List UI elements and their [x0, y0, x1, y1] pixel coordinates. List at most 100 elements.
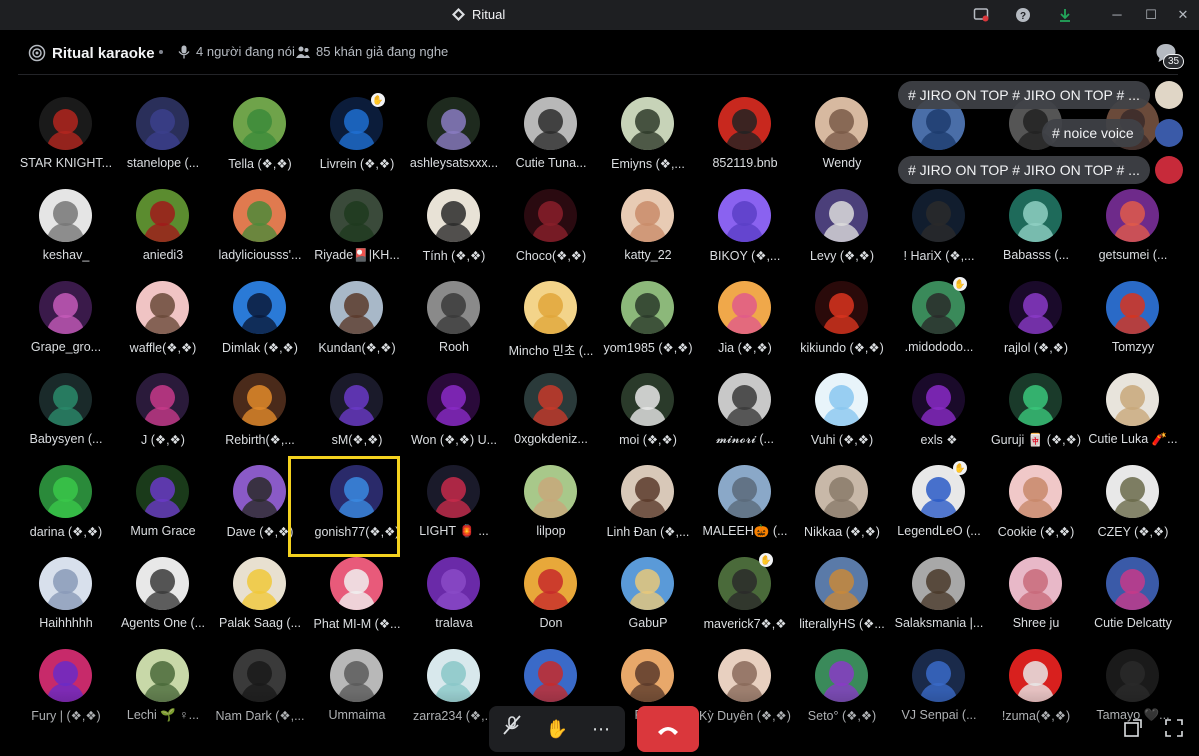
- participant-tile[interactable]: Don: [503, 550, 599, 636]
- tag-pill: # noice voice: [1042, 119, 1144, 147]
- participant-tile[interactable]: Jia (❖,❖): [697, 274, 793, 360]
- participant-name: LIGHT 🏮 ...: [419, 524, 489, 538]
- participant-tile[interactable]: 0xgokdeniz...: [503, 366, 599, 452]
- avatar: [912, 649, 965, 702]
- leave-stage-button[interactable]: [637, 706, 699, 752]
- participant-tile[interactable]: keshav_: [18, 182, 114, 268]
- participant-tile[interactable]: Lechi 🌱 ♀...: [115, 642, 211, 728]
- participant-tile[interactable]: darina (❖,❖): [18, 458, 114, 544]
- participant-tile[interactable]: yom1985 (❖,❖): [600, 274, 696, 360]
- participant-tile[interactable]: Choco(❖,❖): [503, 182, 599, 268]
- participant-tile[interactable]: 852119.bnb: [697, 90, 793, 176]
- screen-share-icon[interactable]: [972, 6, 990, 24]
- participant-tile[interactable]: Agents One (...: [115, 550, 211, 636]
- popout-icon[interactable]: [1123, 718, 1143, 738]
- participant-tile[interactable]: Babasss (...: [988, 182, 1084, 268]
- participant-tile[interactable]: !zuma(❖,❖): [988, 642, 1084, 728]
- participant-tile[interactable]: tralava: [406, 550, 502, 636]
- participant-tile[interactable]: Haihhhhh: [18, 550, 114, 636]
- participant-tile[interactable]: Kỳ Duyên (❖,❖): [697, 642, 793, 728]
- participant-tile[interactable]: GabuP: [600, 550, 696, 636]
- participant-tile[interactable]: Seto° (❖,❖): [794, 642, 890, 728]
- participant-tile[interactable]: zarra234 (❖,...: [406, 642, 502, 728]
- participant-tile[interactable]: BIKOY (❖,...: [697, 182, 793, 268]
- participant-tile[interactable]: literallyHS (❖...: [794, 550, 890, 636]
- participant-tile[interactable]: Guruji 🀄 (❖,❖): [988, 366, 1084, 452]
- participant-tile[interactable]: sM(❖,❖): [309, 366, 405, 452]
- participant-tile[interactable]: exls ❖: [891, 366, 987, 452]
- more-options-icon[interactable]: ⋯: [586, 714, 616, 744]
- avatar: [233, 465, 286, 518]
- participant-tile[interactable]: Levy (❖,❖): [794, 182, 890, 268]
- participant-tile[interactable]: STAR KNIGHT...: [18, 90, 114, 176]
- participant-tile[interactable]: lilpop: [503, 458, 599, 544]
- participant-tile[interactable]: ashleysatsxxx...: [406, 90, 502, 176]
- participant-tile[interactable]: Won (❖,❖) U...: [406, 366, 502, 452]
- participant-tile[interactable]: Babysyen (...: [18, 366, 114, 452]
- participant-tile[interactable]: aniedi3: [115, 182, 211, 268]
- participant-tile[interactable]: Dimlak (❖,❖): [212, 274, 308, 360]
- participant-tile[interactable]: LIGHT 🏮 ...: [406, 458, 502, 544]
- participant-tile[interactable]: Nikkaa (❖,❖): [794, 458, 890, 544]
- participant-tile[interactable]: moi (❖,❖): [600, 366, 696, 452]
- avatar: [621, 189, 674, 242]
- minimize-button[interactable]: ─: [1108, 6, 1126, 24]
- participant-tile[interactable]: ✋ maverick7❖,❖: [697, 550, 793, 636]
- participant-tile[interactable]: kikiundo (❖,❖): [794, 274, 890, 360]
- participant-tile[interactable]: ✋ LegendLeO (...: [891, 458, 987, 544]
- participant-tile[interactable]: ! HariX (❖,...: [891, 182, 987, 268]
- participant-tile[interactable]: Salaksmania |...: [891, 550, 987, 636]
- participant-tile[interactable]: rajlol (❖,❖): [988, 274, 1084, 360]
- participant-tile[interactable]: Tính (❖,❖): [406, 182, 502, 268]
- participant-tile[interactable]: Wendy: [794, 90, 890, 176]
- fullscreen-icon[interactable]: [1164, 718, 1184, 738]
- participant-tile[interactable]: Rebirth(❖,...: [212, 366, 308, 452]
- participant-tile[interactable]: ✋ .midododo...: [891, 274, 987, 360]
- participant-tile[interactable]: Grape_gro...: [18, 274, 114, 360]
- participant-tile[interactable]: Cutie Delcatty: [1085, 550, 1181, 636]
- participant-tile[interactable]: Fury | (❖,❖): [18, 642, 114, 728]
- participant-tile[interactable]: Nam Dark (❖,...: [212, 642, 308, 728]
- participant-name: Riyade🎴|KH...: [314, 248, 400, 262]
- participant-tile[interactable]: Tomzyy: [1085, 274, 1181, 360]
- participant-tile[interactable]: Tamayo 🖤...: [1085, 642, 1181, 728]
- participant-tile[interactable]: MALEEH🎃 (...: [697, 458, 793, 544]
- participant-tile[interactable]: ladyliciousss'...: [212, 182, 308, 268]
- hang-up-icon: [658, 727, 678, 735]
- participant-tile[interactable]: Mum Grace: [115, 458, 211, 544]
- avatar: [815, 557, 868, 610]
- participant-tile[interactable]: Cutie Luka 🧨...: [1085, 366, 1181, 452]
- participant-tile[interactable]: stanelope (...: [115, 90, 211, 176]
- raise-hand-icon[interactable]: ✋: [542, 714, 572, 744]
- participant-tile[interactable]: VJ Senpai (...: [891, 642, 987, 728]
- participant-tile[interactable]: Riyade🎴|KH...: [309, 182, 405, 268]
- participant-tile[interactable]: ✋ Livrein (❖,❖): [309, 90, 405, 176]
- participant-tile[interactable]: Shree ju: [988, 550, 1084, 636]
- participant-tile[interactable]: Cutie Tuna...: [503, 90, 599, 176]
- maximize-button[interactable]: ☐: [1142, 6, 1160, 24]
- participant-tile[interactable]: Cookie (❖,❖): [988, 458, 1084, 544]
- participant-tile[interactable]: Mincho 민초 (...: [503, 274, 599, 360]
- participant-tile[interactable]: Linh Đan (❖,...: [600, 458, 696, 544]
- participant-tile[interactable]: Vuhi (❖,❖): [794, 366, 890, 452]
- participant-tile[interactable]: Palak Saag (...: [212, 550, 308, 636]
- participant-tile[interactable]: Kundan(❖,❖): [309, 274, 405, 360]
- close-button[interactable]: ✕: [1174, 6, 1192, 24]
- participant-name: LegendLeO (...: [897, 524, 981, 538]
- participant-tile[interactable]: Tella (❖,❖): [212, 90, 308, 176]
- mute-microphone-icon[interactable]: [497, 714, 527, 744]
- participant-tile[interactable]: katty_22: [600, 182, 696, 268]
- download-icon[interactable]: [1056, 6, 1074, 24]
- participant-tile[interactable]: J (❖,❖): [115, 366, 211, 452]
- participant-tile[interactable]: getsumei (...: [1085, 182, 1181, 268]
- participant-name: katty_22: [624, 248, 672, 262]
- participant-tile[interactable]: Phat MI-M (❖...: [309, 550, 405, 636]
- participant-tile[interactable]: Ummaima: [309, 642, 405, 728]
- participant-tile[interactable]: Rooh: [406, 274, 502, 360]
- tag-pill: # JIRO ON TOP # JIRO ON TOP # ...: [898, 81, 1150, 109]
- participant-tile[interactable]: Emiyns (❖,...: [600, 90, 696, 176]
- participant-tile[interactable]: 𝓶𝓲𝓷𝓸𝓻𝓲 (...: [697, 366, 793, 452]
- participant-tile[interactable]: CZEY (❖,❖): [1085, 458, 1181, 544]
- help-icon[interactable]: ?: [1014, 6, 1032, 24]
- participant-tile[interactable]: waffle(❖,❖): [115, 274, 211, 360]
